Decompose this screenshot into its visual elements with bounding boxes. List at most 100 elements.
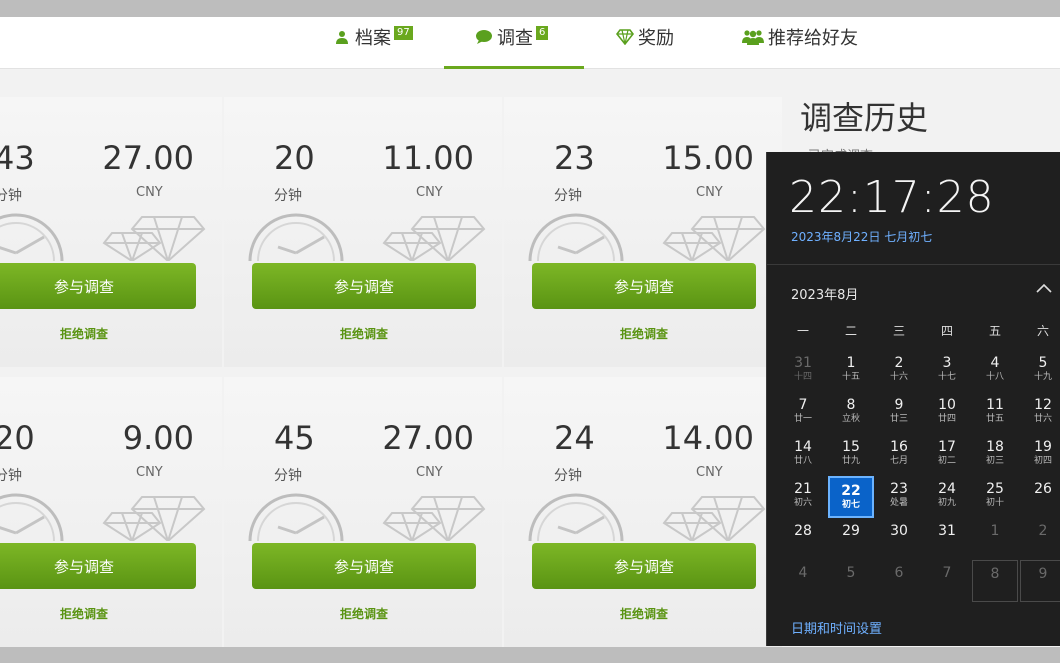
survey-reward: 27.00 xyxy=(102,139,194,177)
survey-reward: 11.00 xyxy=(382,139,474,177)
calendar-day[interactable]: 8 立秋 xyxy=(828,392,874,434)
chevron-up-icon[interactable] xyxy=(1035,280,1055,300)
date-time-settings-link[interactable]: 日期和时间设置 xyxy=(791,618,882,637)
decline-survey-link[interactable]: 拒绝调查 xyxy=(532,325,756,342)
nav-tab-label: 奖励 xyxy=(638,28,674,49)
lunar-date: 十七 xyxy=(937,372,956,382)
weekday-label: 三 xyxy=(892,324,905,338)
clock-icon xyxy=(526,489,626,545)
day-number: 8 xyxy=(990,566,1000,582)
lunar-date: 立秋 xyxy=(841,414,860,424)
day-number: 30 xyxy=(890,523,908,539)
lunar-date: 廿三 xyxy=(889,414,908,424)
join-survey-button[interactable]: 参与调查 xyxy=(0,263,196,309)
join-survey-button[interactable]: 参与调查 xyxy=(0,543,196,589)
join-survey-button[interactable]: 参与调查 xyxy=(252,263,476,309)
clock-date-link[interactable]: 2023年8月22日 七月初七 xyxy=(791,228,932,245)
day-number: 25 xyxy=(986,481,1004,497)
nav-tab-profile[interactable]: 档案 97 xyxy=(333,25,413,49)
survey-card: 20 分钟 9.00 CNY 参与调查 拒绝调查 xyxy=(0,377,222,647)
calendar-day[interactable]: 8 xyxy=(972,560,1018,602)
reward-currency: CNY xyxy=(696,185,723,200)
survey-card: 24 分钟 14.00 CNY 参与调查 拒绝调查 xyxy=(504,377,782,647)
calendar-day[interactable]: 10 廿四 xyxy=(924,392,970,434)
decline-survey-link[interactable]: 拒绝调查 xyxy=(0,605,196,622)
calendar-day[interactable]: 25 初十 xyxy=(972,476,1018,518)
survey-duration: 43 xyxy=(0,139,35,177)
day-number: 15 xyxy=(842,439,860,455)
nav-tab-rewards[interactable]: 奖励 xyxy=(616,25,674,49)
calendar-day[interactable]: 9 xyxy=(1020,560,1060,602)
chat-bubble-icon xyxy=(475,28,493,46)
calendar-day[interactable]: 23 处暑 xyxy=(876,476,922,518)
calendar-day[interactable]: 1 xyxy=(972,518,1018,560)
nav-tab-label: 档案 xyxy=(355,28,391,49)
join-survey-button[interactable]: 参与调查 xyxy=(532,543,756,589)
day-number: 7 xyxy=(942,565,952,581)
survey-duration: 20 xyxy=(0,419,35,457)
calendar-day[interactable]: 17 初二 xyxy=(924,434,970,476)
nav-tab-refer[interactable]: 推荐给好友 xyxy=(742,25,858,49)
lunar-date: 初二 xyxy=(937,456,956,466)
calendar-day[interactable]: 31 十四 xyxy=(780,350,826,392)
calendar-day[interactable]: 11 廿五 xyxy=(972,392,1018,434)
lunar-date: 廿六 xyxy=(1033,414,1052,424)
reward-currency: CNY xyxy=(136,185,163,200)
join-survey-button[interactable]: 参与调查 xyxy=(252,543,476,589)
reward-currency: CNY xyxy=(416,465,443,480)
weekday-label: 五 xyxy=(988,324,1001,338)
decline-survey-link[interactable]: 拒绝调查 xyxy=(532,605,756,622)
calendar-day[interactable]: 7 xyxy=(924,560,970,602)
calendar-day[interactable]: 30 xyxy=(876,518,922,560)
lunar-date: 初四 xyxy=(1033,456,1052,466)
diamond-icon xyxy=(102,209,206,265)
calendar-day[interactable]: 14 廿八 xyxy=(780,434,826,476)
calendar-day[interactable]: 4 十八 xyxy=(972,350,1018,392)
calendar-day[interactable]: 21 初六 xyxy=(780,476,826,518)
user-icon xyxy=(333,28,351,46)
clock-icon xyxy=(246,209,346,265)
reward-currency: CNY xyxy=(696,465,723,480)
day-number: 23 xyxy=(890,481,908,497)
calendar-day[interactable]: 5 十九 xyxy=(1020,350,1060,392)
survey-card: 43 分钟 27.00 CNY 参与调查 拒绝调查 xyxy=(0,97,222,367)
calendar-day[interactable]: 7 廿一 xyxy=(780,392,826,434)
day-number: 18 xyxy=(986,439,1004,455)
calendar-day[interactable]: 3 十七 xyxy=(924,350,970,392)
calendar-day[interactable]: 4 xyxy=(780,560,826,602)
day-number: 31 xyxy=(794,355,812,371)
calendar-day[interactable]: 9 廿三 xyxy=(876,392,922,434)
lunar-date: 十四 xyxy=(793,372,812,382)
calendar-day[interactable]: 28 xyxy=(780,518,826,560)
calendar-day[interactable]: 15 廿九 xyxy=(828,434,874,476)
calendar-day[interactable]: 6 xyxy=(876,560,922,602)
group-icon xyxy=(742,28,764,46)
join-survey-button[interactable]: 参与调查 xyxy=(532,263,756,309)
nav-tab-surveys[interactable]: 调查 6 xyxy=(475,25,549,49)
calendar-day[interactable]: 18 初三 xyxy=(972,434,1018,476)
day-number: 6 xyxy=(894,565,904,581)
calendar-day[interactable]: 24 初九 xyxy=(924,476,970,518)
weekday-label: 四 xyxy=(940,324,953,338)
calendar-day[interactable]: 26 xyxy=(1020,476,1060,518)
calendar-day[interactable]: 12 廿六 xyxy=(1020,392,1060,434)
calendar-day[interactable]: 5 xyxy=(828,560,874,602)
calendar-month-label[interactable]: 2023年8月 xyxy=(791,284,858,303)
calendar-day[interactable]: 16 七月 xyxy=(876,434,922,476)
day-number: 24 xyxy=(938,481,956,497)
reward-currency: CNY xyxy=(416,185,443,200)
calendar-weekday-header: 一二三四五六 xyxy=(779,322,1060,344)
duration-unit: 分钟 xyxy=(274,188,302,204)
decline-survey-link[interactable]: 拒绝调查 xyxy=(252,325,476,342)
decline-survey-link[interactable]: 拒绝调查 xyxy=(252,605,476,622)
calendar-day[interactable]: 19 初四 xyxy=(1020,434,1060,476)
calendar-day[interactable]: 31 xyxy=(924,518,970,560)
calendar-day-today[interactable]: 22 初七 xyxy=(828,476,874,518)
calendar-day[interactable]: 2 xyxy=(1020,518,1060,560)
calendar-day[interactable]: 29 xyxy=(828,518,874,560)
day-number: 16 xyxy=(890,439,908,455)
decline-survey-link[interactable]: 拒绝调查 xyxy=(0,325,196,342)
diamond-icon xyxy=(102,489,206,545)
calendar-day[interactable]: 2 十六 xyxy=(876,350,922,392)
calendar-day[interactable]: 1 十五 xyxy=(828,350,874,392)
